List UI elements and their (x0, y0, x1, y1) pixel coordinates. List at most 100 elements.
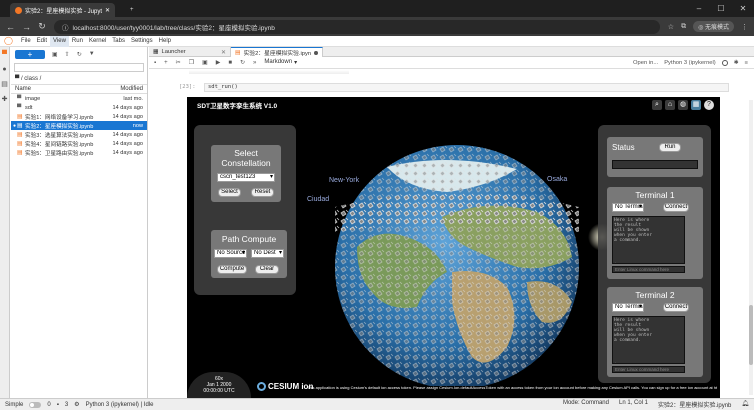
menu-kernel[interactable]: Kernel (86, 36, 109, 47)
reset-button[interactable]: Reset (251, 188, 274, 197)
clear-button[interactable]: Clear (255, 265, 279, 274)
kernel-name-button[interactable]: Python 3 (ipykernel) (664, 60, 716, 66)
animation-clock[interactable]: 60x Jan 1 2000 00:00:00 UTC (187, 372, 251, 398)
menu-help[interactable]: Help (156, 36, 174, 47)
insert-cell-icon[interactable]: + (164, 60, 168, 66)
satellite-constellation[interactable] (335, 145, 579, 389)
back-icon[interactable]: ← (6, 22, 15, 32)
kernel-status-text[interactable]: Python 3 (ipykernel) | Idle (86, 402, 154, 408)
minimize-icon[interactable]: – (688, 0, 710, 17)
unsaved-indicator-icon[interactable] (314, 50, 318, 55)
column-modified[interactable]: Modified (109, 86, 143, 92)
list-item[interactable]: ▤ 实验1：网络设备学习.ipynb 14 days ago (11, 112, 147, 121)
new-launcher-button[interactable]: + (15, 49, 45, 59)
breadcrumb[interactable]: ▀ / class / (11, 74, 147, 84)
close-tab-icon[interactable]: ✕ (105, 7, 110, 14)
globe-icon[interactable]: ◍ (678, 100, 688, 110)
terminal-1-connect-button[interactable]: Connect (663, 203, 689, 212)
list-item[interactable]: ▤ 实验5：卫星路由实验.ipynb 14 days ago (11, 148, 147, 157)
running-icon[interactable]: ● (1, 66, 8, 73)
code-cell[interactable]: [23]: sdt_run() (179, 82, 729, 92)
status-box: Status Run (607, 137, 703, 177)
list-item[interactable]: ▀ sdt 14 days ago (11, 103, 147, 112)
maximize-icon[interactable]: ☐ (710, 0, 732, 17)
close-window-icon[interactable]: ✕ (732, 0, 754, 17)
forward-icon[interactable]: → (22, 22, 31, 32)
code-editor[interactable]: sdt_run() (204, 82, 729, 92)
stop-icon[interactable]: ■ (228, 60, 232, 66)
incognito-profile[interactable]: ◎ 无痕模式 (693, 21, 734, 32)
column-name[interactable]: Name (15, 86, 109, 92)
help-icon[interactable]: ? (704, 100, 714, 110)
list-item[interactable]: ▤ 实验4：星间链路实验.ipynb 14 days ago (11, 139, 147, 148)
compute-button[interactable]: Compute (217, 265, 247, 274)
simple-mode-toggle[interactable] (29, 401, 42, 408)
source-select[interactable]: No Source (214, 249, 247, 258)
cursor-position[interactable]: Ln 1, Col 1 (619, 400, 648, 409)
upload-icon[interactable]: ⇧ (65, 51, 70, 58)
select-button[interactable]: Select (218, 188, 241, 197)
puzzle-icon[interactable]: ✚ (1, 96, 8, 103)
list-item[interactable]: ▤ 实验3：选星算法实验.ipynb 14 days ago (11, 130, 147, 139)
settings-icon[interactable]: ≡ (745, 60, 748, 66)
menu-edit[interactable]: Edit (34, 36, 50, 47)
refresh-icon[interactable]: ↻ (77, 51, 82, 58)
bell-icon[interactable]: 🔔︎ (741, 400, 749, 409)
terminal-1-command-input[interactable]: Enter Linux command here (612, 266, 685, 273)
terminal-2-output[interactable]: Here is where the result will be shown w… (612, 316, 685, 364)
new-folder-icon[interactable]: ▣ (52, 51, 58, 58)
destination-select[interactable]: No Dest (251, 249, 284, 258)
menu-settings[interactable]: Settings (128, 36, 156, 47)
open-in-button[interactable]: Open in... (633, 60, 658, 66)
menu-view[interactable]: View (50, 35, 69, 47)
scrollbar-thumb[interactable] (749, 305, 753, 365)
star-icon[interactable]: ☆ (668, 23, 674, 31)
list-item[interactable]: ● ▤ 实验2：星座模拟实验.ipynb now (11, 121, 147, 130)
terminal-1-output[interactable]: Here is where the result will be shown w… (612, 216, 685, 264)
tab-launcher[interactable]: ▦ Launcher ✕ (149, 47, 231, 57)
profile-label: 无痕模式 (704, 25, 729, 31)
file-name: 实验1：网络设备学习.ipynb (25, 114, 94, 121)
folder-icon: ▀ (17, 104, 22, 111)
filter-files-input[interactable]: Filter files by name (14, 63, 144, 72)
close-icon[interactable]: ✕ (221, 49, 226, 56)
menu-file[interactable]: File (18, 36, 34, 47)
notebook-panel[interactable]: [23]: sdt_run() SDT卫星数字孪生系统 V1.0 ⌕ ⌂ ◍ ▦… (149, 70, 754, 398)
run-button[interactable]: Run (659, 143, 681, 152)
paste-icon[interactable]: ▣ (202, 59, 208, 66)
fast-forward-icon[interactable]: » (253, 60, 256, 66)
search-icon[interactable]: ⌕ (652, 100, 662, 110)
filter-icon[interactable]: ▼ (89, 51, 95, 57)
browser-tab-active[interactable]: 实验2：星座模拟实验 - Jupyt ✕ (10, 3, 116, 17)
restart-icon[interactable]: ↻ (240, 59, 245, 66)
run-icon[interactable]: ▶ (216, 59, 221, 66)
more-icon[interactable]: ⋮ (741, 23, 748, 31)
sdt-app-output[interactable]: SDT卫星数字孪生系统 V1.0 ⌕ ⌂ ◍ ▦ ? New-York Ciud… (187, 97, 720, 398)
reload-icon[interactable]: ↻ (38, 21, 46, 32)
terminal-2-command-input[interactable]: Enter Linux command here (612, 366, 685, 373)
copy-icon[interactable]: ❐ (189, 59, 194, 66)
terminal-1-select[interactable]: No Terminal (612, 203, 644, 212)
layers-icon[interactable]: ▦ (691, 100, 701, 110)
cut-icon[interactable]: ✂ (176, 59, 181, 66)
cell-type-select[interactable]: Markdown ▾ (264, 59, 297, 66)
new-tab-button[interactable]: + (125, 3, 139, 17)
notebook-scrollbar[interactable] (749, 100, 753, 395)
list-item[interactable]: ▀ image last mo. (11, 94, 147, 103)
menu-run[interactable]: Run (69, 36, 86, 47)
save-icon[interactable]: ▪ (154, 60, 156, 66)
extensions-icon[interactable]: ⧉ (681, 23, 686, 31)
tab-notebook[interactable]: ▤ 实验2：星座模拟实验.ipynb (231, 47, 323, 57)
home-icon[interactable]: ⌂ (665, 100, 675, 110)
terminal-count[interactable]: 0 (47, 402, 50, 408)
commands-icon[interactable]: ▤ (1, 81, 8, 88)
url-input[interactable]: ⓘ localhost:8000/user/tyy0001/lab/tree/c… (54, 19, 660, 34)
cesium-ion-logo[interactable]: CESIUM ion (257, 382, 313, 391)
bug-icon[interactable]: ✱ (734, 60, 739, 66)
terminal-2-connect-button[interactable]: Connect (663, 303, 689, 312)
kernel-count[interactable]: 3 (65, 402, 68, 408)
terminal-2-select[interactable]: No Terminal (612, 303, 644, 312)
folder-icon[interactable]: ▀ (1, 51, 8, 58)
menu-tabs[interactable]: Tabs (109, 36, 128, 47)
constellation-select[interactable]: cscn_test123 (217, 173, 275, 182)
